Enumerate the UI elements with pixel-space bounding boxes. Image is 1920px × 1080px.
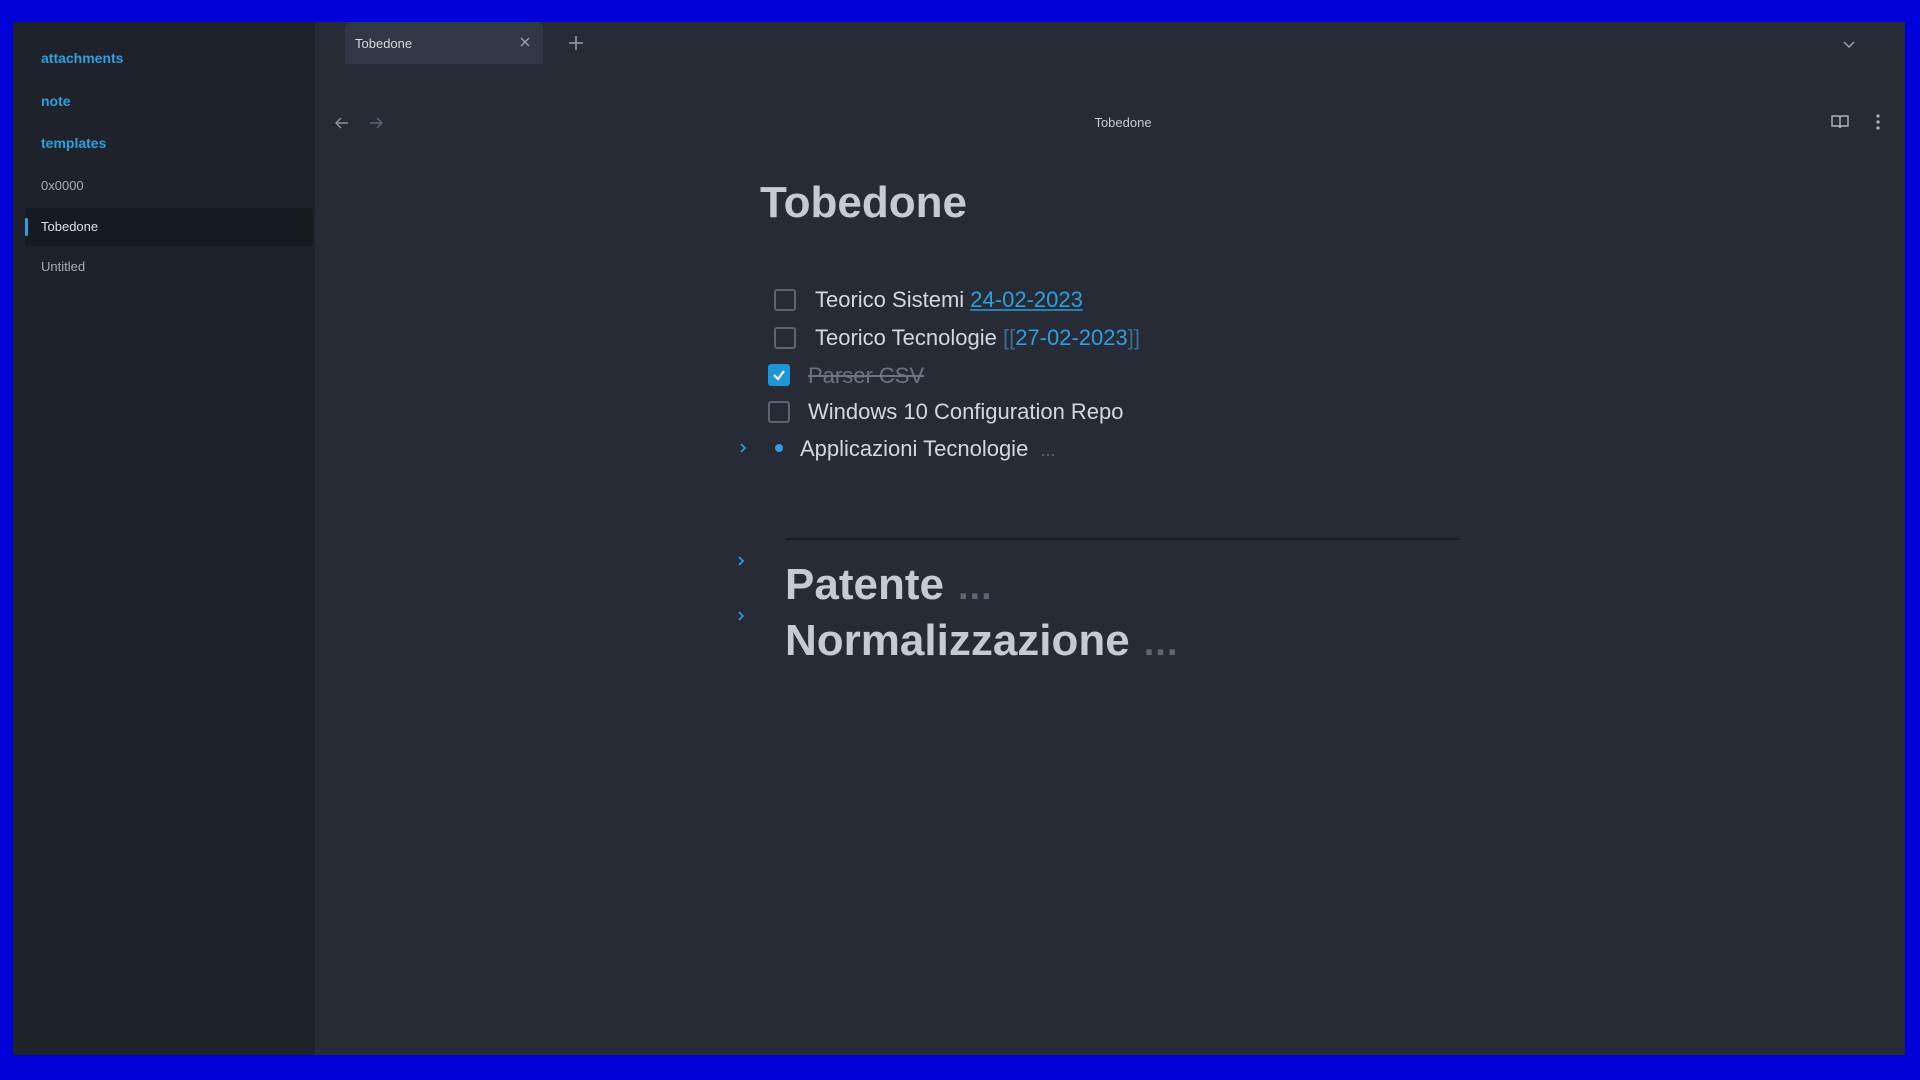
heading: Normalizzazione... — [785, 616, 1178, 666]
task-checkbox[interactable] — [774, 289, 796, 311]
task-item: Teorico Tecnologie [[27-02-2023]] — [815, 325, 1140, 351]
list-item-text: Applicazioni Tecnologie — [800, 436, 1029, 461]
bullet-dot — [775, 444, 783, 452]
task-text: Teorico Tecnologie — [815, 325, 997, 350]
book-open-icon[interactable] — [1830, 112, 1850, 132]
horizontal-rule — [786, 538, 1460, 540]
date-link[interactable]: 24-02-2023 — [970, 287, 1083, 312]
file-tobedone[interactable]: Tobedone — [41, 219, 98, 234]
app-window: attachments note templates 0x0000 Tobedo… — [13, 22, 1905, 1055]
heading-text: Patente — [785, 560, 944, 609]
task-checkbox-checked[interactable] — [768, 364, 790, 386]
collapsed-indicator[interactable]: ... — [1144, 622, 1179, 664]
task-checkbox[interactable] — [768, 401, 790, 423]
heading-text: Normalizzazione — [785, 616, 1130, 665]
arrow-right-icon[interactable] — [367, 114, 385, 132]
chevron-right-icon[interactable] — [734, 609, 748, 623]
folder-note[interactable]: note — [41, 93, 71, 109]
heading: Patente... — [785, 560, 993, 610]
more-vertical-icon[interactable] — [1868, 112, 1888, 132]
file-untitled[interactable]: Untitled — [41, 259, 85, 274]
collapsed-indicator[interactable]: ... — [1040, 440, 1055, 460]
list-item: Applicazioni Tecnologie ... — [800, 436, 1055, 462]
folder-templates[interactable]: templates — [41, 135, 106, 151]
task-item: Teorico Sistemi 24-02-2023 — [815, 287, 1083, 313]
task-item: Windows 10 Configuration Repo — [808, 399, 1124, 424]
plus-icon[interactable] — [567, 34, 585, 52]
folder-attachments[interactable]: attachments — [41, 50, 123, 66]
tab-title: Tobedone — [355, 36, 413, 51]
chevron-right-icon[interactable] — [736, 441, 750, 455]
page-title: Tobedone — [760, 178, 967, 227]
close-icon[interactable] — [517, 34, 533, 50]
file-0x0000[interactable]: 0x0000 — [41, 178, 84, 193]
view-header-title[interactable]: Tobedone — [1073, 115, 1173, 130]
check-icon — [773, 370, 785, 381]
wikilink[interactable]: 27-02-2023 — [1015, 325, 1128, 350]
chevron-right-icon[interactable] — [734, 554, 748, 568]
collapsed-indicator[interactable]: ... — [958, 566, 993, 608]
task-checkbox[interactable] — [774, 327, 796, 349]
task-text: Teorico Sistemi — [815, 287, 965, 312]
wikilink-open-brackets: [[ — [1002, 325, 1016, 350]
chevron-down-icon[interactable] — [1841, 36, 1857, 52]
tab-tobedone[interactable]: Tobedone — [345, 22, 543, 64]
tab-bar: Tobedone — [315, 22, 1905, 68]
arrow-left-icon[interactable] — [333, 114, 351, 132]
task-item-done: Parser CSV — [808, 363, 925, 388]
active-indicator — [25, 218, 28, 236]
file-explorer: attachments note templates 0x0000 Tobedo… — [13, 22, 315, 1055]
wikilink-close-brackets: ]] — [1127, 325, 1140, 350]
